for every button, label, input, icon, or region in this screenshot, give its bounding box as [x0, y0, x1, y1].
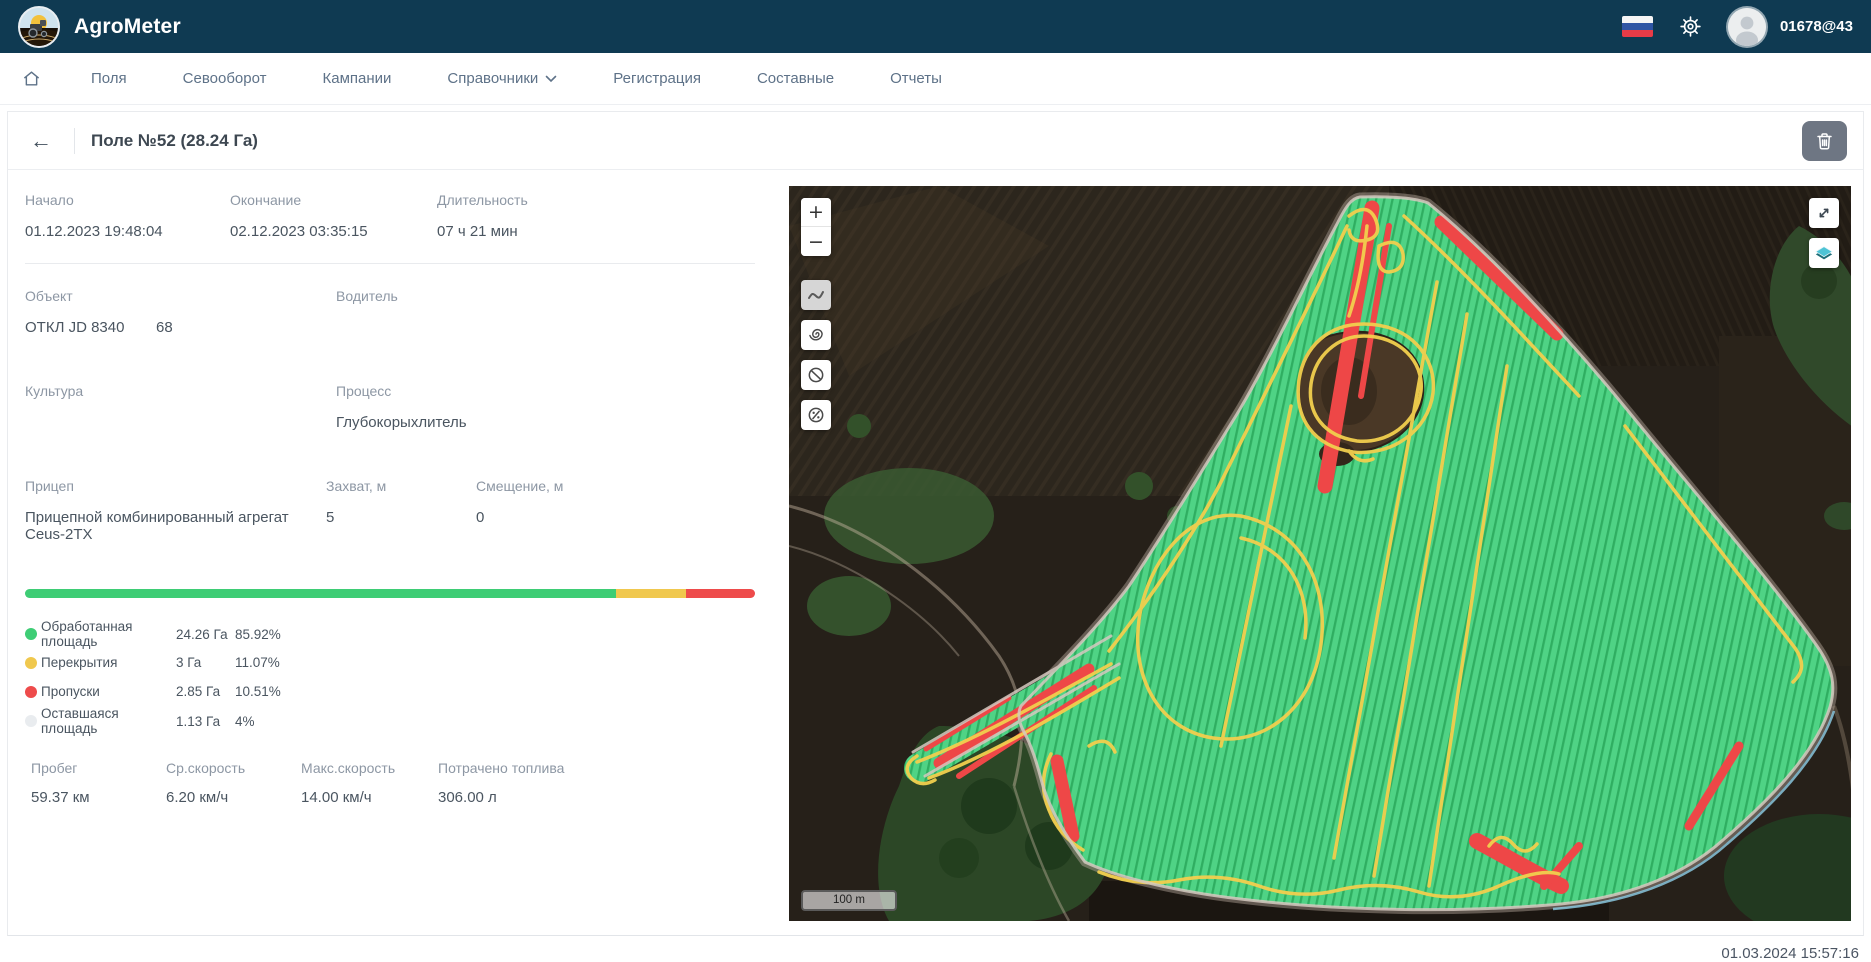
fuel-used-label: Потрачено топлива — [438, 760, 755, 776]
ban-icon — [807, 366, 825, 384]
exclusion-layer-button[interactable] — [801, 360, 831, 390]
user-avatar[interactable] — [1728, 8, 1766, 46]
green-dot-icon — [25, 628, 37, 640]
object-label: Объект — [25, 288, 336, 304]
title-bar: ← Поле №52 (28.24 Га) — [8, 112, 1863, 170]
start-value: 01.12.2023 19:48:04 — [25, 223, 230, 241]
progress-segment-missed — [686, 589, 755, 598]
culture-label: Культура — [25, 383, 336, 399]
layers-button[interactable] — [1809, 238, 1839, 268]
expand-icon — [1815, 204, 1833, 222]
layers-icon — [1814, 243, 1834, 263]
agrometer-logo-icon — [18, 6, 60, 48]
coverage-legend: Обработанная площадь 24.26 Га 85.92% Пер… — [25, 619, 755, 735]
process-value: Глубокорыхлитель — [336, 414, 755, 432]
back-button[interactable]: ← — [24, 126, 58, 156]
coverage-progress-bar — [25, 589, 755, 598]
offset-value: 0 — [476, 509, 755, 527]
end-label: Окончание — [230, 192, 437, 208]
gray-dot-icon — [25, 715, 37, 727]
max-speed-label: Макс.скорость — [301, 760, 438, 776]
process-label: Процесс — [336, 383, 755, 399]
app-title: AgroMeter — [74, 15, 181, 39]
dates-row: Начало 01.12.2023 19:48:04 Окончание 02.… — [25, 192, 755, 241]
track-polyline-icon — [807, 286, 825, 304]
duration-value: 07 ч 21 мин — [437, 223, 755, 241]
field-coverage-overlay — [789, 186, 1851, 921]
field-report-card: ← Поле №52 (28.24 Га) Начало 01.12.2023 … — [7, 111, 1864, 936]
yellow-dot-icon — [25, 657, 37, 669]
object-name: ОТКЛ JD 8340 — [25, 319, 156, 337]
speed-circle-icon — [807, 406, 825, 424]
max-speed-value: 14.00 км/ч — [301, 789, 438, 807]
object-number: 68 — [156, 319, 173, 337]
map-scale-bar: 100 m — [801, 890, 897, 911]
nav-item-crop-rotation[interactable]: Севооборот — [183, 70, 267, 87]
legend-item-overlap: Перекрытия 3 Га 11.07% — [25, 648, 755, 677]
satellite-map[interactable]: + − — [789, 186, 1851, 921]
language-flag-icon[interactable] — [1622, 16, 1653, 37]
title-divider — [74, 128, 75, 154]
nav-item-directories[interactable]: Справочники — [447, 70, 557, 87]
object-row: Объект ОТКЛ JD 8340 68 Водитель — [25, 288, 755, 337]
end-value: 02.12.2023 03:35:15 — [230, 223, 437, 241]
legend-item-missed: Пропуски 2.85 Га 10.51% — [25, 677, 755, 706]
trip-stats-row: Пробег 59.37 км Ср.скорость 6.20 км/ч Ма… — [25, 760, 755, 807]
section-divider — [25, 263, 755, 264]
settings-gear-icon[interactable] — [1679, 15, 1702, 38]
mileage-value: 59.37 км — [31, 789, 166, 807]
legend-item-remaining: Оставшаяся площадь 1.13 Га 4% — [25, 706, 755, 735]
trailer-value: Прицепной комбинированный агрегат Ceus-2… — [25, 509, 326, 543]
spiral-layer-button[interactable] — [801, 320, 831, 350]
spiral-icon — [807, 326, 825, 344]
speed-layer-button[interactable] — [801, 400, 831, 430]
chevron-down-icon — [545, 75, 557, 83]
zoom-out-button[interactable]: − — [801, 227, 831, 256]
nav-item-campaigns[interactable]: Кампании — [323, 70, 392, 87]
red-dot-icon — [25, 686, 37, 698]
page-title: Поле №52 (28.24 Га) — [91, 131, 258, 151]
driver-value — [336, 319, 755, 337]
working-width-value: 5 — [326, 509, 476, 527]
start-label: Начало — [25, 192, 230, 208]
map-tools-left: + − — [801, 198, 831, 430]
culture-process-row: Культура Процесс Глубокорыхлитель — [25, 383, 755, 432]
fuel-used-value: 306.00 л — [438, 789, 755, 807]
nav-item-fields[interactable]: Поля — [91, 70, 127, 87]
zoom-in-button[interactable]: + — [801, 198, 831, 227]
home-icon[interactable] — [22, 69, 41, 88]
main-nav: Поля Севооборот Кампании Справочники Рег… — [0, 53, 1871, 105]
duration-label: Длительность — [437, 192, 755, 208]
driver-label: Водитель — [336, 288, 755, 304]
culture-value — [25, 414, 336, 432]
nav-item-registration[interactable]: Регистрация — [613, 70, 701, 87]
fullscreen-button[interactable] — [1809, 198, 1839, 228]
nav-item-reports[interactable]: Отчеты — [890, 70, 942, 87]
top-bar: AgroMeter 01678@43 — [0, 0, 1871, 53]
track-layer-button[interactable] — [801, 280, 831, 310]
map-tools-right — [1809, 198, 1839, 268]
avg-speed-label: Ср.скорость — [166, 760, 301, 776]
working-width-label: Захват, м — [326, 478, 476, 494]
user-id[interactable]: 01678@43 — [1780, 18, 1853, 35]
trailer-label: Прицеп — [25, 478, 326, 494]
avg-speed-value: 6.20 км/ч — [166, 789, 301, 807]
current-datetime: 01.03.2024 15:57:16 — [0, 936, 1871, 962]
offset-label: Смещение, м — [476, 478, 755, 494]
progress-segment-processed — [25, 589, 616, 598]
legend-item-processed: Обработанная площадь 24.26 Га 85.92% — [25, 619, 755, 648]
field-details-panel: Начало 01.12.2023 19:48:04 Окончание 02.… — [8, 186, 772, 921]
trash-icon — [1816, 132, 1833, 150]
mileage-label: Пробег — [31, 760, 166, 776]
delete-button[interactable] — [1802, 121, 1847, 161]
nav-item-composite[interactable]: Составные — [757, 70, 834, 87]
progress-segment-overlap — [616, 589, 687, 598]
trailer-row: Прицеп Прицепной комбинированный агрегат… — [25, 478, 755, 543]
